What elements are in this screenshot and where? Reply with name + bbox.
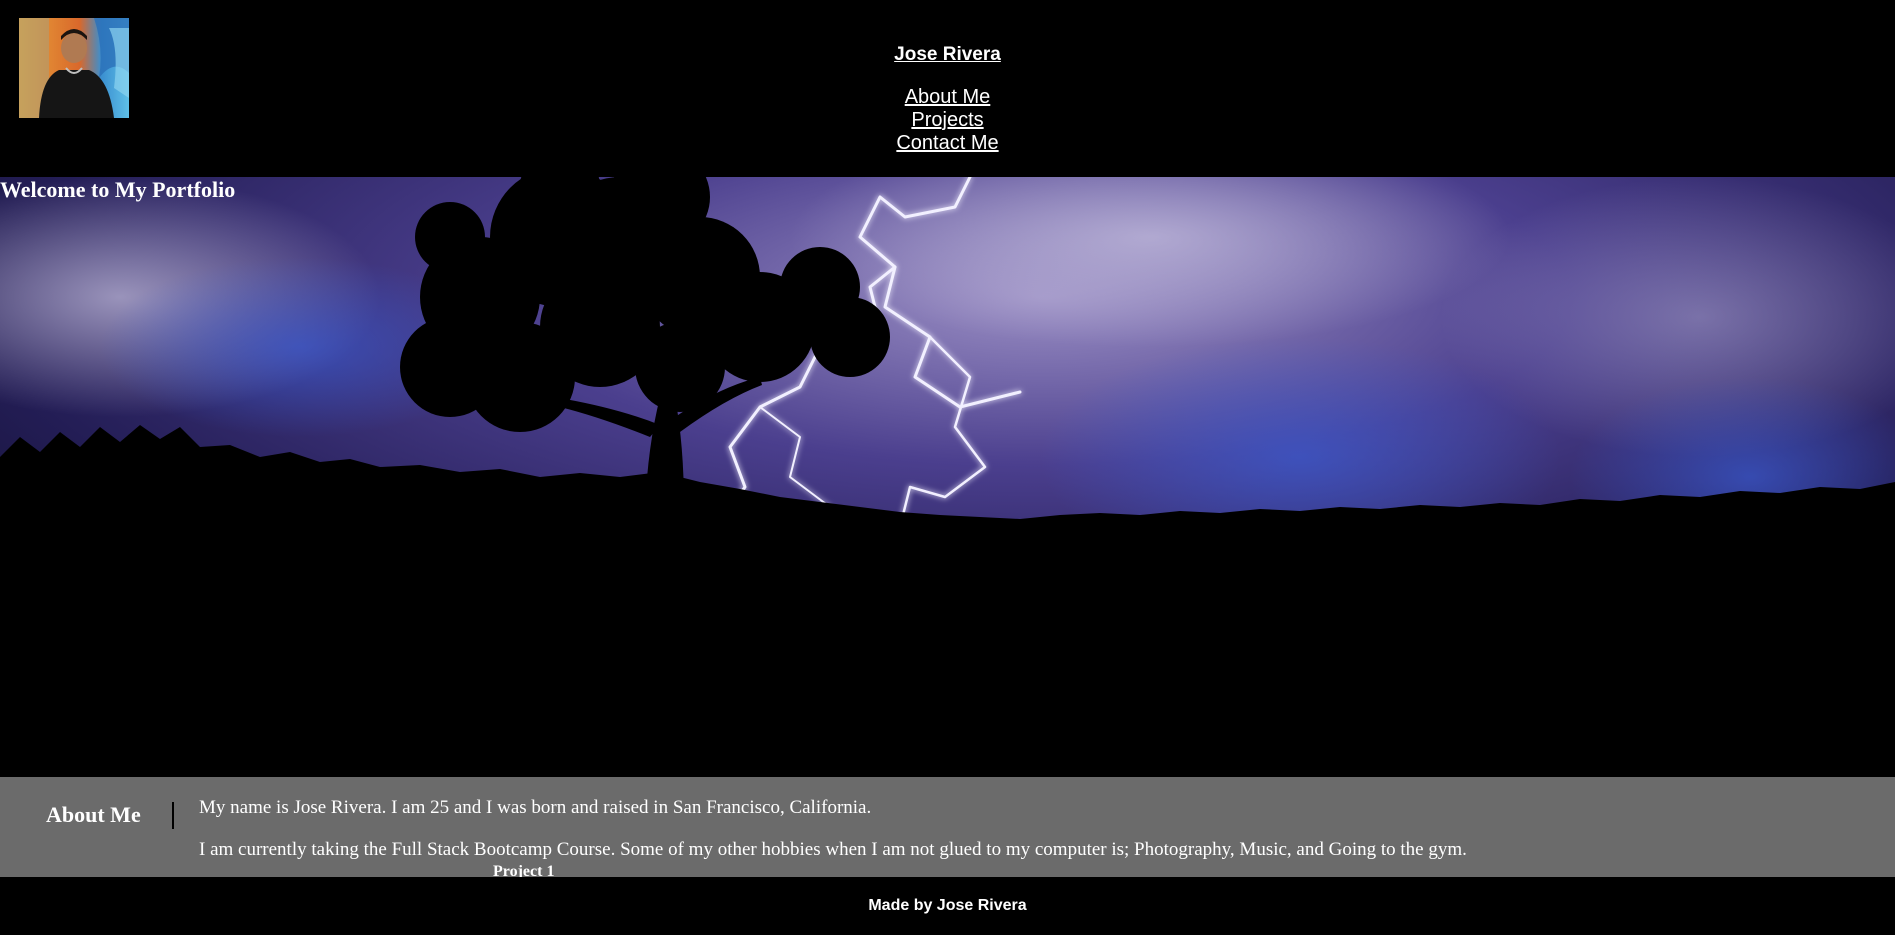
site-title: Jose Rivera <box>0 44 1895 66</box>
hero-banner: Welcome to My Portfolio <box>0 177 1895 777</box>
site-title-link[interactable]: Jose Rivera <box>894 44 1001 65</box>
nav-link-projects[interactable]: Projects <box>911 109 983 132</box>
footer-text: Made by Jose Rivera <box>868 897 1027 914</box>
project-heading: Project 1 <box>493 863 555 877</box>
site-footer: Made by Jose Rivera <box>0 877 1895 924</box>
site-header: Jose Rivera About Me Projects Contact Me <box>0 0 1895 177</box>
hero-heading: Welcome to My Portfolio <box>0 177 236 202</box>
about-heading: About Me <box>46 802 141 827</box>
hero-background-image <box>0 177 1895 777</box>
about-divider <box>172 802 174 829</box>
nav-link-contact-me[interactable]: Contact Me <box>896 132 998 155</box>
about-paragraph-intro: My name is Jose Rivera. I am 25 and I wa… <box>199 797 872 818</box>
about-section: About Me My name is Jose Rivera. I am 25… <box>0 777 1895 877</box>
about-paragraph-hobbies: I am currently taking the Full Stack Boo… <box>199 839 1467 860</box>
nav-link-about-me[interactable]: About Me <box>905 86 991 109</box>
main-nav: About Me Projects Contact Me <box>0 86 1895 155</box>
